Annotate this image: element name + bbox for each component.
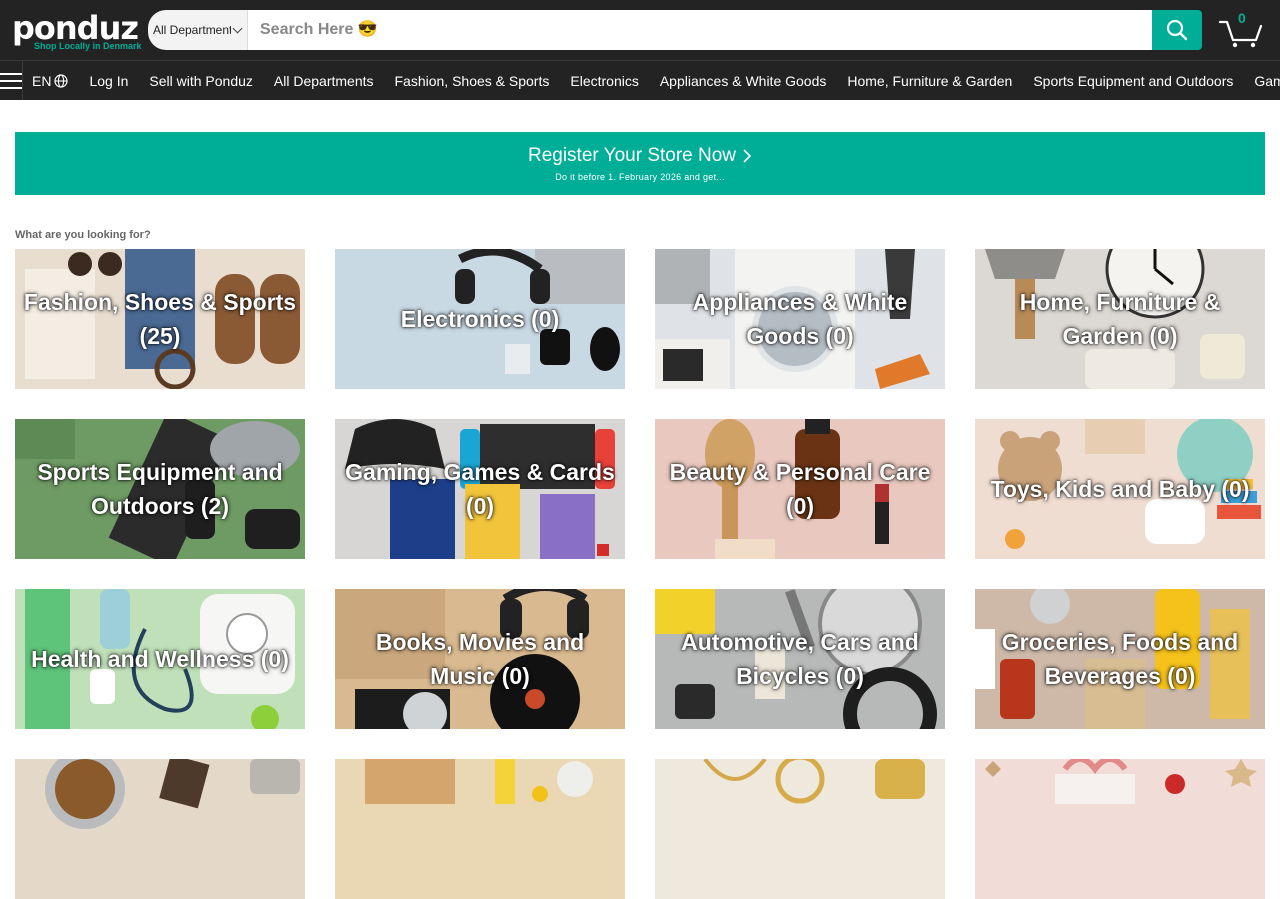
category-label: Home, Furniture & Garden (0) (1019, 289, 1221, 349)
category-tile-home[interactable]: Home, Furniture & Garden (0) (975, 249, 1265, 389)
category-tile-electronics[interactable]: Electronics (0) (335, 249, 625, 389)
nav-link-electronics[interactable]: Electronics (570, 73, 638, 89)
category-label: Health and Wellness (0) (31, 646, 289, 672)
category-label: Fashion, Shoes & Sports (25) (23, 289, 297, 349)
nav-link-sports[interactable]: Sports Equipment and Outdoors (1033, 73, 1233, 89)
category-label: Gaming, Games & Cards (0) (345, 459, 615, 519)
nav-link-sell[interactable]: Sell with Ponduz (149, 73, 253, 89)
category-tile-office[interactable] (335, 759, 625, 899)
category-label (661, 759, 939, 899)
section-heading: What are you looking for? (15, 229, 151, 241)
nav-link-all-departments[interactable]: All Departments (274, 73, 374, 89)
department-select-value: All Departments (153, 23, 231, 37)
category-label: Beauty & Personal Care (0) (669, 459, 931, 519)
cart-button[interactable]: 0 (1218, 10, 1264, 48)
category-tile-fashion[interactable]: Fashion, Shoes & Sports (25) (15, 249, 305, 389)
nav-link-appliances[interactable]: Appliances & White Goods (660, 73, 827, 89)
category-tile-beauty[interactable]: Beauty & Personal Care (0) (655, 419, 945, 559)
nav-link-login[interactable]: Log In (89, 73, 128, 89)
search-button[interactable] (1152, 10, 1202, 50)
banner-subtitle: Do it before 1. February 2026 and get... (555, 172, 725, 182)
search-bar: All Departments (148, 10, 1202, 50)
chevron-down-icon (232, 23, 243, 34)
category-tile-appliances[interactable]: Appliances & White Goods (0) (655, 249, 945, 389)
menu-icon[interactable] (0, 61, 23, 100)
category-tile-books[interactable]: Books, Movies and Music (0) (335, 589, 625, 729)
category-tile-automotive[interactable]: Automotive, Cars and Bicycles (0) (655, 589, 945, 729)
category-label: Groceries, Foods and Beverages (0) (1001, 629, 1239, 689)
search-input[interactable] (248, 10, 1152, 50)
category-tile-pets[interactable] (15, 759, 305, 899)
department-select[interactable]: All Departments (148, 10, 248, 50)
category-tile-gifts[interactable] (975, 759, 1265, 899)
main-nav: EN Log In Sell with Ponduz All Departmen… (0, 60, 1280, 100)
category-tile-gaming[interactable]: Gaming, Games & Cards (0) (335, 419, 625, 559)
category-tile-health[interactable]: Health and Wellness (0) (15, 589, 305, 729)
nav-link-fashion[interactable]: Fashion, Shoes & Sports (395, 73, 550, 89)
category-label: Toys, Kids and Baby (0) (990, 476, 1250, 502)
nav-link-home[interactable]: Home, Furniture & Garden (847, 73, 1012, 89)
category-label (21, 759, 299, 899)
search-icon (1166, 19, 1188, 41)
category-tile-groceries[interactable]: Groceries, Foods and Beverages (0) (975, 589, 1265, 729)
language-label: EN (32, 72, 52, 89)
category-tile-sports[interactable]: Sports Equipment and Outdoors (2) (15, 419, 305, 559)
category-tile-jewelry[interactable] (655, 759, 945, 899)
category-label: Electronics (0) (400, 306, 560, 332)
chevron-right-icon (743, 149, 752, 163)
category-label: Sports Equipment and Outdoors (2) (37, 459, 283, 519)
ponduz-logo[interactable]: ponduz Shop Locally in Denmark (12, 10, 142, 75)
category-label (981, 759, 1259, 899)
category-tile-toys[interactable]: Toys, Kids and Baby (0) (975, 419, 1265, 559)
logo-tagline: Shop Locally in Denmark (34, 41, 142, 51)
language-selector[interactable]: EN (32, 72, 69, 89)
globe-icon (54, 73, 69, 88)
category-label (341, 759, 619, 899)
top-header: ponduz Shop Locally in Denmark All Depar… (0, 0, 1280, 75)
cart-count-badge: 0 (1238, 10, 1246, 26)
banner-title: Register Your Store Now (527, 145, 737, 166)
category-label: Automotive, Cars and Bicycles (0) (681, 629, 919, 689)
nav-link-gaming[interactable]: Gaming, Games & Cards (1254, 73, 1280, 89)
category-label: Books, Movies and Music (0) (375, 629, 585, 689)
register-store-banner[interactable]: Register Your Store Now Do it before 1. … (15, 132, 1265, 195)
category-label: Appliances & White Goods (0) (692, 289, 908, 349)
